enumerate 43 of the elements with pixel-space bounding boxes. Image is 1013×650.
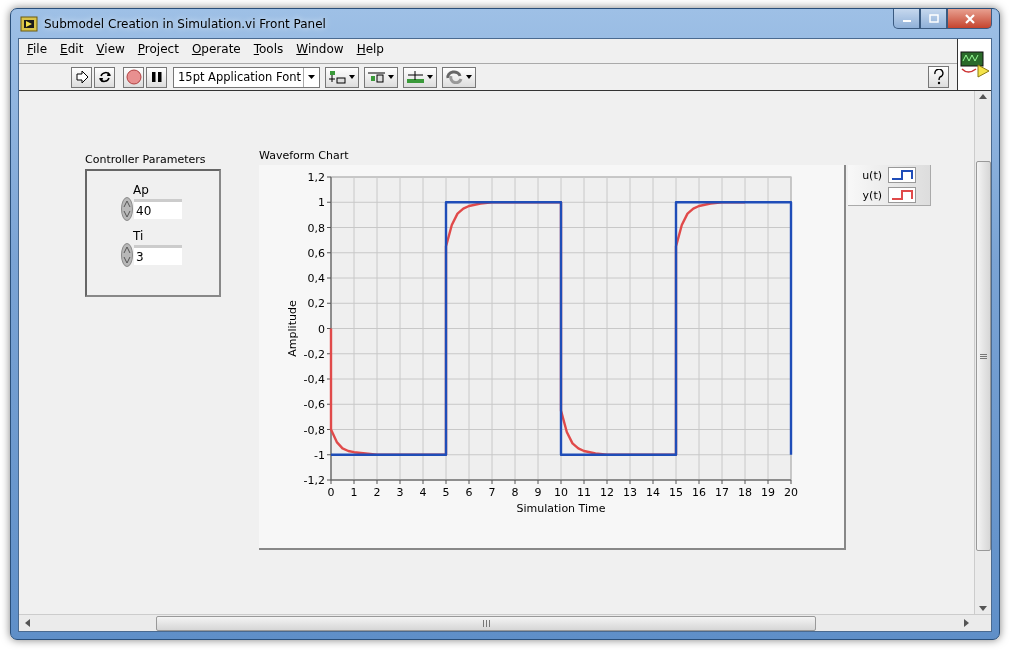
x-tick-label: 11 (577, 486, 591, 499)
x-tick-label: 5 (442, 486, 450, 499)
x-axis-title: Simulation Time (516, 502, 606, 515)
x-tick-label: 14 (646, 486, 660, 499)
x-tick-label: 10 (554, 486, 568, 499)
x-tick-label: 0 (327, 486, 335, 499)
y-tick-label: 0,8 (307, 221, 325, 235)
x-tick-label: 1 (350, 486, 358, 499)
y-tick-label: 1 (318, 196, 325, 210)
y-tick-label: 1,2 (307, 171, 325, 184)
x-tick-label: 15 (669, 486, 683, 499)
legend-label: u(t) (862, 168, 882, 182)
y-tick-label: 0,4 (307, 272, 325, 285)
legend-label: y(t) (862, 188, 882, 202)
x-tick-label: 20 (784, 486, 798, 499)
y-tick-label: -0,6 (303, 398, 325, 412)
x-tick-label: 8 (511, 486, 519, 499)
y-axis-title: Amplitude (286, 300, 299, 357)
x-tick-label: 3 (396, 486, 404, 499)
x-tick-label: 18 (738, 486, 752, 499)
x-tick-label: 6 (465, 486, 473, 499)
chart-label: Waveform Chart (259, 149, 350, 162)
y-tick-label: 0 (318, 322, 325, 336)
y-tick-label: 0,6 (307, 246, 325, 260)
control-label: Ap (133, 183, 150, 197)
y-tick-label: -1 (314, 448, 325, 462)
x-tick-label: 12 (600, 486, 614, 499)
window-title: Submodel Creation in Simulation.vi Front Panel (44, 16, 326, 31)
x-tick-label: 2 (373, 486, 381, 499)
x-tick-label: 16 (692, 486, 706, 499)
y-tick-label: -0,4 (303, 373, 325, 386)
x-tick-label: 4 (419, 486, 427, 499)
x-tick-label: 13 (623, 486, 637, 499)
y-tick-label: -1,2 (303, 474, 325, 487)
y-tick-label: -0,2 (303, 347, 325, 361)
y-tick-label: 0,2 (307, 297, 325, 311)
control-label: Ti (133, 229, 145, 243)
cluster-label: Controller Parameters (85, 153, 207, 166)
x-tick-label: 17 (715, 486, 729, 499)
x-tick-label: 9 (534, 486, 542, 499)
y-tick-label: -0,8 (303, 423, 325, 437)
x-tick-label: 7 (488, 486, 496, 499)
x-tick-label: 19 (761, 486, 775, 499)
